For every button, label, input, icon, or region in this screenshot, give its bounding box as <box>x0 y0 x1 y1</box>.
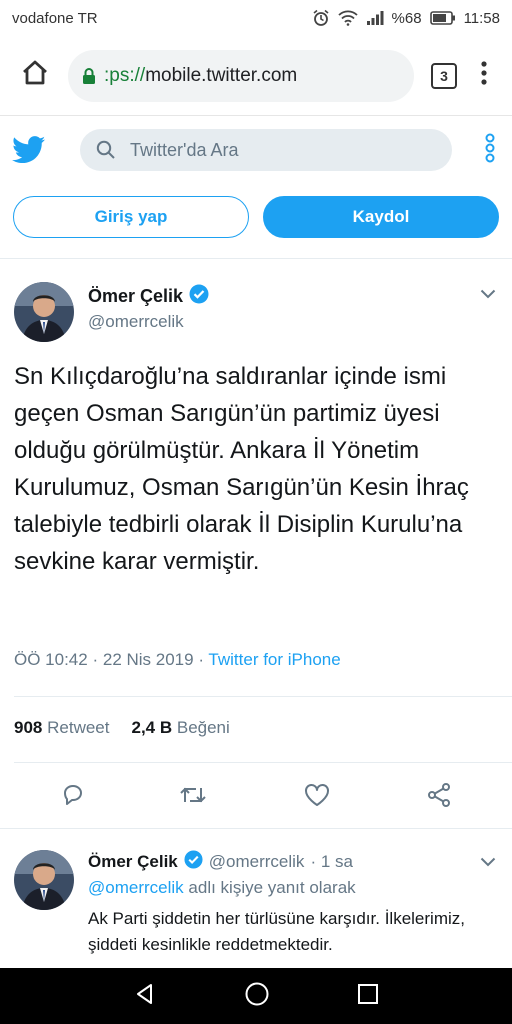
meta-separator: · <box>92 650 99 669</box>
share-icon <box>426 782 452 813</box>
tweet-date[interactable]: 22 Nis 2019 <box>103 650 194 669</box>
tweet-options-button[interactable] <box>480 286 496 304</box>
address-bar[interactable]: :ps:// mobile.twitter.com <box>68 49 414 102</box>
url-host: mobile.twitter.com <box>145 64 298 86</box>
reply-options-button[interactable] <box>480 854 496 872</box>
tweet-meta: ÖÖ 10:42 · 22 Nis 2019 · Twitter for iPh… <box>14 650 341 670</box>
tweet-actions <box>0 782 512 812</box>
divider <box>0 828 512 829</box>
screen: vodafone TR %68 11:58:ps:// mobile.twit… <box>0 0 512 1024</box>
tweet-stats: 908 Retweet 2,4 B Beğeni <box>14 718 230 738</box>
author-name: Ömer Çelik <box>88 286 184 306</box>
more-vert-outline-icon <box>484 133 496 168</box>
back-icon[interactable] <box>133 982 157 1011</box>
reply-context: @omerrcelik adlı kişiye yanıt olarak <box>88 878 356 898</box>
reply-icon <box>60 782 86 813</box>
retweet-count: 908 <box>14 718 43 737</box>
divider <box>0 258 512 259</box>
battery-icon <box>429 11 456 25</box>
twitter-header: Twitter'da Ara <box>0 116 512 184</box>
carrier-label: vodafone TR <box>12 9 98 27</box>
tweet-time[interactable]: ÖÖ 10:42 <box>14 650 88 669</box>
status-bar: vodafone TR %68 11:58 <box>0 0 512 36</box>
reply-mention-link[interactable]: @omerrcelik <box>88 878 184 897</box>
auth-buttons: Giriş yap Kaydol <box>0 196 512 242</box>
lock-icon <box>82 67 96 85</box>
home-icon <box>20 58 50 93</box>
author-name-row[interactable]: Ömer Çelik <box>88 284 209 309</box>
divider <box>14 762 512 763</box>
tabs-count: 3 <box>431 62 457 89</box>
home-circle-icon[interactable] <box>244 981 270 1012</box>
signup-button[interactable]: Kaydol <box>263 196 499 238</box>
retweet-button[interactable] <box>178 782 208 812</box>
browser-toolbar: :ps:// mobile.twitter.com 3 <box>0 36 512 116</box>
reply-author-row[interactable]: Ömer Çelik @omerrcelik · 1 sa <box>88 850 353 874</box>
search-placeholder: Twitter'da Ara <box>130 139 239 160</box>
reply-tweet[interactable]: Ömer Çelik @omerrcelik · 1 sa @omerrceli… <box>0 830 512 970</box>
status-icons: %68 11:58 <box>312 9 500 27</box>
reply-age: · 1 sa <box>310 852 353 871</box>
battery-percent: %68 <box>391 9 422 27</box>
like-count: 2,4 B <box>131 718 173 737</box>
login-button[interactable]: Giriş yap <box>13 196 249 238</box>
share-button[interactable] <box>424 782 454 812</box>
avatar[interactable] <box>14 282 74 342</box>
retweet-icon <box>178 782 208 813</box>
url-scheme: :ps:// <box>104 64 146 86</box>
twitter-more-button[interactable] <box>480 133 500 168</box>
like-button[interactable] <box>302 782 332 812</box>
heart-icon <box>303 782 331 813</box>
like-stat[interactable]: 2,4 B Beğeni <box>131 718 229 738</box>
reply-context-text: adlı kişiye yanıt olarak <box>188 878 356 897</box>
reply-author-handle: @omerrcelik <box>208 852 305 871</box>
chevron-down-icon <box>480 854 496 871</box>
alarm-icon <box>312 9 330 27</box>
signal-icon <box>366 10 384 26</box>
author-handle[interactable]: @omerrcelik <box>88 312 184 332</box>
tweet-source-link[interactable]: Twitter for iPhone <box>208 650 340 669</box>
like-label: Beğeni <box>176 718 230 737</box>
system-nav-bar <box>0 968 512 1024</box>
chevron-down-icon <box>480 286 496 303</box>
recents-icon[interactable] <box>357 983 379 1010</box>
tab-switcher-button[interactable]: 3 <box>424 49 464 103</box>
divider <box>14 696 512 697</box>
search-input[interactable]: Twitter'da Ara <box>80 129 452 171</box>
reply-button[interactable] <box>58 782 88 812</box>
search-icon <box>96 140 116 160</box>
more-vert-icon <box>481 61 487 90</box>
home-button[interactable] <box>8 49 62 103</box>
meta-separator-2: · <box>198 650 204 669</box>
verified-badge-icon <box>189 284 209 309</box>
reply-author-name: Ömer Çelik <box>88 852 178 871</box>
wifi-icon <box>337 10 358 26</box>
twitter-logo-icon[interactable] <box>12 136 52 164</box>
reply-text: Ak Parti şiddetin her türlüsüne karşıdır… <box>88 909 465 954</box>
tweet-text: Sn Kılıçdaroğlu’na saldıranlar içinde is… <box>14 363 469 575</box>
retweet-stat[interactable]: 908 Retweet <box>14 718 109 738</box>
avatar[interactable] <box>14 850 74 910</box>
verified-badge-icon <box>184 850 203 874</box>
browser-menu-button[interactable] <box>464 49 504 103</box>
clock: 11:58 <box>463 9 500 27</box>
retweet-label: Retweet <box>47 718 110 737</box>
